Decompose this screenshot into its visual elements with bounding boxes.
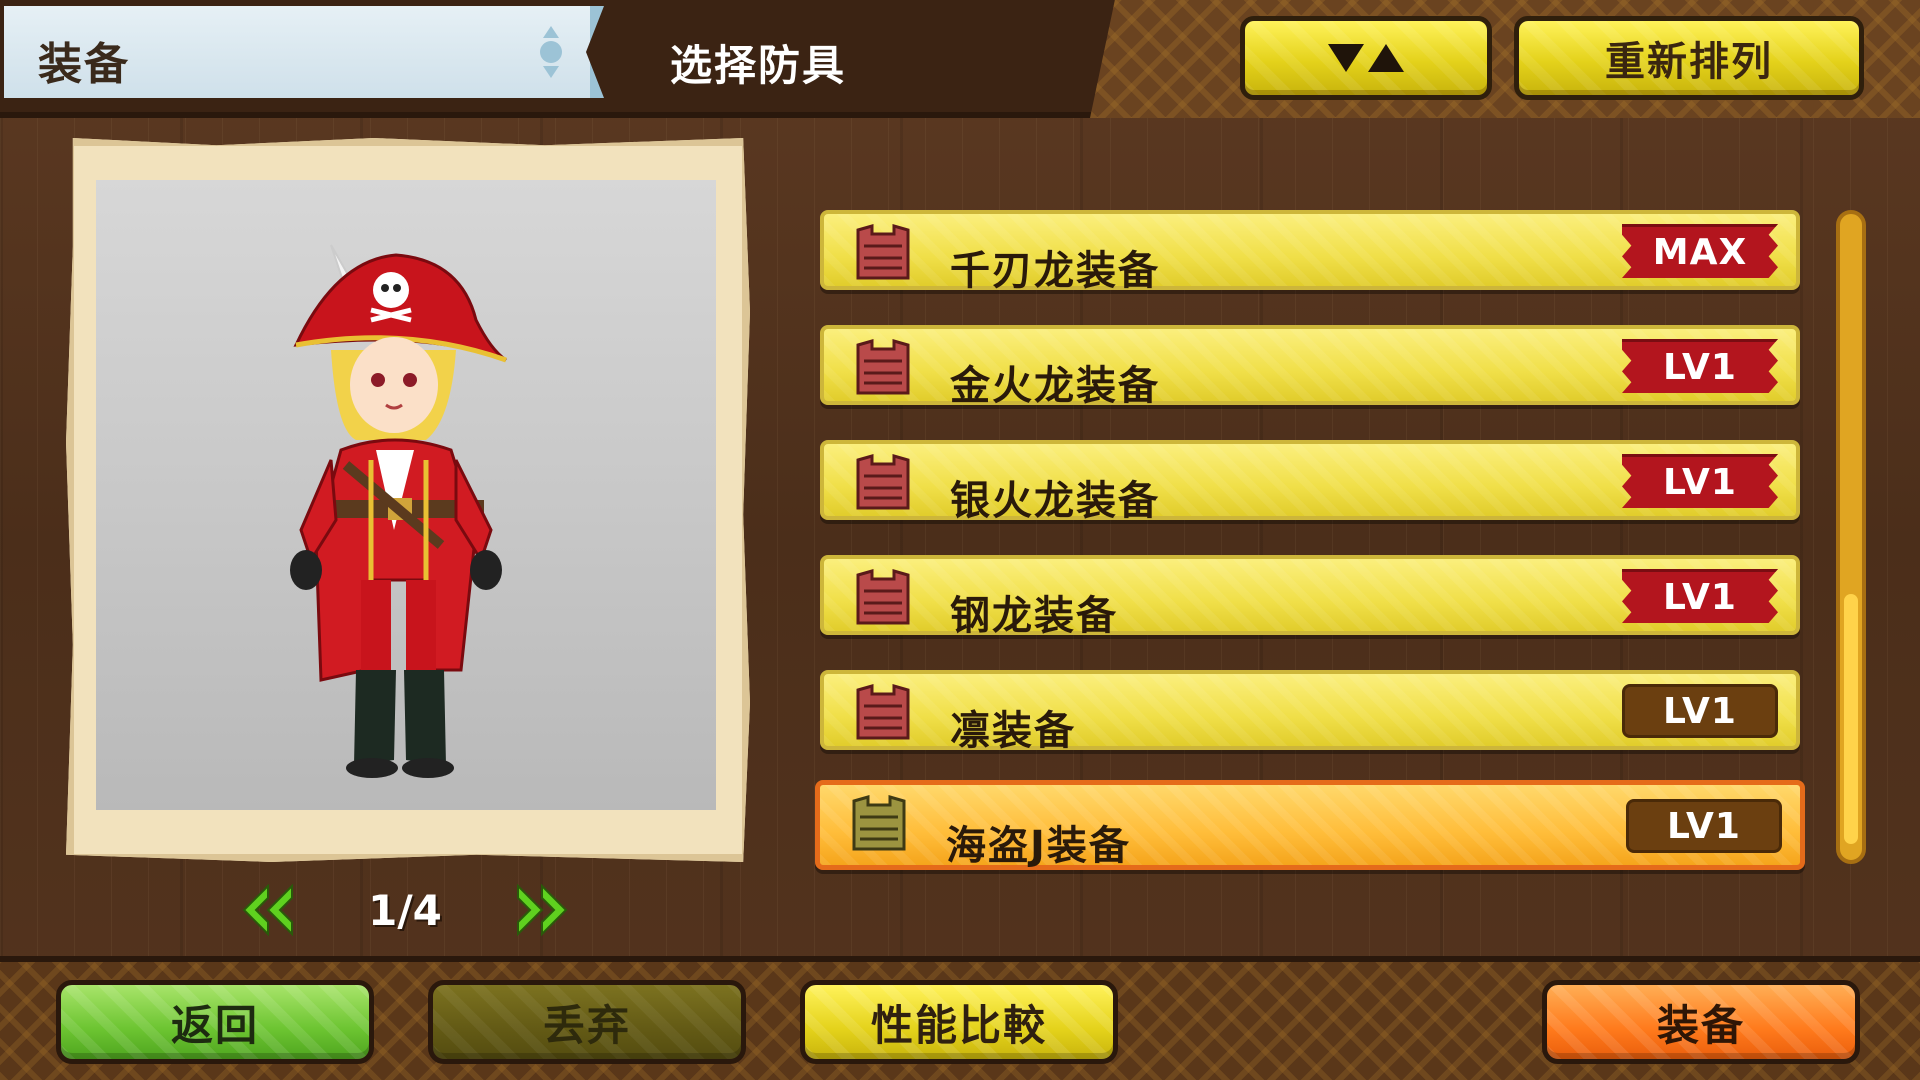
chest-armor-icon bbox=[856, 684, 910, 740]
chest-armor-icon bbox=[856, 339, 910, 395]
armor-list-item[interactable]: 金火龙装备 LV1 bbox=[820, 325, 1800, 409]
pirate-character-image bbox=[290, 244, 507, 778]
armor-name: 金火龙装备 bbox=[950, 363, 1160, 409]
level-badge: LV1 bbox=[1622, 454, 1778, 508]
armor-list-item[interactable]: 千刃龙装备 MAX bbox=[820, 210, 1800, 294]
resort-button[interactable]: 重新排列 bbox=[1514, 16, 1864, 100]
sort-order-button[interactable] bbox=[1240, 16, 1492, 100]
armor-list-item[interactable]: 凛装备 LV1 bbox=[820, 670, 1800, 754]
armor-name: 千刃龙装备 bbox=[950, 248, 1160, 294]
page-subtitle: 选择防具 bbox=[670, 41, 847, 90]
chest-armor-icon bbox=[856, 454, 910, 510]
list-scrollbar[interactable] bbox=[1836, 210, 1866, 864]
level-badge: MAX bbox=[1622, 224, 1778, 278]
triangle-down-icon bbox=[1328, 44, 1364, 72]
scrollbar-thumb[interactable] bbox=[1844, 594, 1858, 844]
page-title: 装备 bbox=[38, 39, 130, 90]
armor-name: 钢龙装备 bbox=[950, 593, 1118, 639]
level-badge: LV1 bbox=[1622, 569, 1778, 623]
scroll-knob-icon bbox=[540, 26, 562, 78]
next-page-button[interactable] bbox=[514, 884, 570, 936]
chest-armor-icon bbox=[852, 795, 906, 851]
back-button[interactable]: 返回 bbox=[56, 980, 374, 1064]
level-badge: LV1 bbox=[1622, 684, 1778, 738]
prev-page-button[interactable] bbox=[240, 884, 296, 936]
title-banner: 装备 bbox=[4, 6, 604, 98]
triangle-up-icon bbox=[1368, 44, 1404, 72]
discard-button[interactable]: 丢弃 bbox=[428, 980, 746, 1064]
chest-armor-icon bbox=[856, 224, 910, 280]
compare-button[interactable]: 性能比較 bbox=[800, 980, 1118, 1064]
armor-list-item-selected[interactable]: 海盗J装备 LV1 bbox=[815, 780, 1805, 870]
equip-button[interactable]: 装备 bbox=[1542, 980, 1860, 1064]
armor-name: 海盗J装备 bbox=[946, 823, 1131, 869]
level-badge: LV1 bbox=[1622, 339, 1778, 393]
armor-list-item[interactable]: 银火龙装备 LV1 bbox=[820, 440, 1800, 524]
preview-pager: 1/4 bbox=[240, 880, 570, 940]
level-badge: LV1 bbox=[1626, 799, 1782, 853]
double-chevron-left-icon bbox=[242, 884, 293, 936]
armor-list-item[interactable]: 钢龙装备 LV1 bbox=[820, 555, 1800, 639]
double-chevron-right-icon bbox=[517, 884, 568, 936]
chest-armor-icon bbox=[856, 569, 910, 625]
character-preview[interactable] bbox=[96, 180, 716, 810]
armor-name: 银火龙装备 bbox=[950, 478, 1160, 524]
page-indicator: 1/4 bbox=[368, 886, 442, 935]
armor-name: 凛装备 bbox=[950, 708, 1076, 754]
